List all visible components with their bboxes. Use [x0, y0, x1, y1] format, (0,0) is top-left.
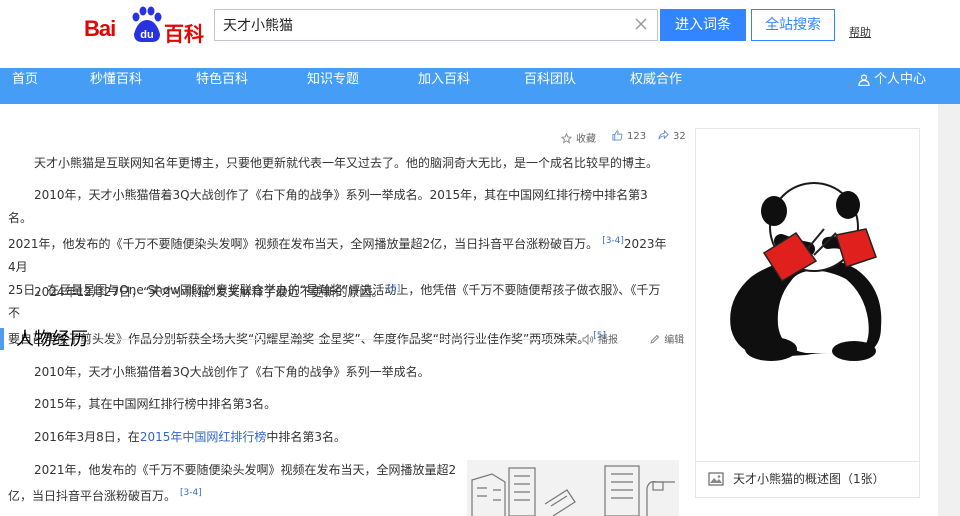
experience-text-1: 2010年，天才小熊猫借着3Q大战创作了《右下角的战争》系列一举成名。 — [34, 365, 430, 379]
top-header: Bai du 百科 进入词条 全站搜索 帮助 — [0, 0, 960, 68]
intro-paragraph-3: 2024年12月27日，“天才小熊猫”发文解释了最近不更新的原因。 [6] — [8, 278, 668, 304]
experience-paragraph-3: 2016年3月8日，在2015年中国网红排行榜中排名第3名。 — [8, 426, 668, 449]
panda-illustration — [730, 182, 882, 361]
experience-text-2: 2015年，其在中国网红排行榜中排名第3名。 — [34, 397, 277, 411]
intro-text-3: 2024年12月27日，“天才小熊猫”发文解释了最近不更新的原因。 — [34, 285, 384, 299]
star-icon — [560, 132, 573, 144]
experience-text-3a: 2016年3月8日，在 — [34, 430, 140, 444]
overview-image-panel[interactable]: 天才小熊猫的概述图（1张） — [695, 128, 920, 498]
edit-button[interactable]: 编辑 — [649, 334, 698, 346]
user-center-link[interactable]: 个人中心 — [858, 68, 926, 104]
logo-text-du: du — [140, 29, 153, 41]
baike-logo[interactable]: Bai du 百科 — [84, 6, 204, 46]
favorite-label: 收藏 — [576, 134, 596, 145]
search-box — [214, 9, 658, 41]
section-illustration[interactable] — [467, 460, 679, 516]
experience-paragraph-4: 2021年，他发布的《千万不要随便染头发啊》视频在发布当天，全网播放量超2 亿，… — [8, 459, 458, 508]
experience-paragraph-1: 2010年，天才小熊猫借着3Q大战创作了《右下角的战争》系列一举成名。 — [8, 361, 668, 384]
nav-item-home[interactable]: 首页 — [12, 68, 38, 104]
intro-paragraph-1: 天才小熊猫是互联网知名年更博主，只要他更新就代表一年又过去了。他的脑洞奇大无比，… — [8, 152, 668, 175]
audio-button[interactable]: 播报 — [582, 333, 632, 346]
page-scrollbar[interactable] — [938, 104, 960, 516]
main-nav: 首页 秒懂百科 特色百科 知识专题 加入百科 百科团队 权威合作 个人中心 — [0, 68, 960, 104]
experience-text-4a: 2021年，他发布的《千万不要随便染头发啊》视频在发布当天，全网播放量超2 — [34, 463, 457, 477]
share-icon — [658, 129, 669, 140]
intro-text-2a: 2010年，天才小熊猫借着3Q大战创作了《右下角的战争》系列一举成名。2015年… — [8, 188, 648, 225]
pencil-icon — [650, 334, 660, 344]
gallery-footer[interactable]: 天才小熊猫的概述图（1张） — [696, 461, 919, 497]
site-search-button[interactable]: 全站搜索 — [751, 9, 835, 41]
like-count: 123 — [627, 131, 647, 142]
intro-text-2b: 2021年，他发布的《千万不要随便染头发啊》视频在发布当天，全网播放量超2亿，当… — [8, 237, 599, 251]
intro-paragraph-2: 2010年，天才小熊猫借着3Q大战创作了《右下角的战争》系列一举成名。2015年… — [8, 184, 668, 351]
section-title: 人物经历 — [16, 329, 88, 350]
search-input[interactable] — [223, 10, 623, 40]
section-tools: 播报 编辑 — [582, 331, 712, 346]
thumbs-up-icon — [612, 130, 623, 141]
nav-item-partners[interactable]: 权威合作 — [630, 68, 682, 104]
intro-text-1: 天才小熊猫是互联网知名年更博主，只要他更新就代表一年又过去了。他的脑洞奇大无比，… — [34, 156, 659, 170]
scrollbar-thumb[interactable] — [943, 124, 955, 516]
like-button[interactable]: 123 — [612, 130, 646, 142]
paw-icon: du — [132, 6, 162, 42]
edit-label: 编辑 — [664, 335, 685, 346]
help-link[interactable]: 帮助 — [849, 24, 871, 40]
user-center-label: 个人中心 — [873, 72, 926, 87]
nav-item-topics[interactable]: 知识专题 — [307, 68, 359, 104]
gallery-caption: 天才小熊猫的概述图（1张） — [733, 472, 885, 486]
speaker-icon — [582, 333, 594, 346]
reference-link[interactable]: [3-4] — [180, 488, 202, 498]
user-icon — [858, 73, 870, 86]
favorite-button[interactable]: 收藏 — [560, 130, 596, 145]
nav-item-featured[interactable]: 特色百科 — [196, 68, 248, 104]
logo-text-baike: 百科 — [164, 22, 204, 46]
share-count: 32 — [673, 131, 686, 142]
nav-item-team[interactable]: 百科团队 — [524, 68, 576, 104]
clear-icon[interactable] — [633, 16, 649, 32]
experience-paragraph-2: 2015年，其在中国网红排行榜中排名第3名。 — [8, 393, 668, 416]
section-divider — [100, 339, 560, 340]
reference-link[interactable]: [6] — [388, 284, 401, 294]
ranking-link[interactable]: 2015年中国网红排行榜 — [140, 430, 267, 444]
city-sketch-image — [471, 465, 675, 516]
experience-text-4b: 亿，当日抖音平台涨粉破百万。 — [8, 489, 177, 503]
enter-entry-button[interactable]: 进入词条 — [660, 9, 746, 41]
logo-text-bai: Bai — [84, 16, 116, 41]
nav-item-miaodong[interactable]: 秒懂百科 — [90, 68, 142, 104]
gallery-icon — [708, 472, 724, 486]
reference-link[interactable]: [3-4] — [602, 236, 624, 246]
section-marker — [0, 328, 4, 350]
experience-text-3b: 中排名第3名。 — [266, 430, 346, 444]
share-button[interactable]: 32 — [658, 129, 686, 142]
nav-item-join[interactable]: 加入百科 — [418, 68, 470, 104]
section-header: 人物经历 播报 编辑 — [0, 327, 684, 351]
audio-label: 播报 — [598, 335, 618, 346]
